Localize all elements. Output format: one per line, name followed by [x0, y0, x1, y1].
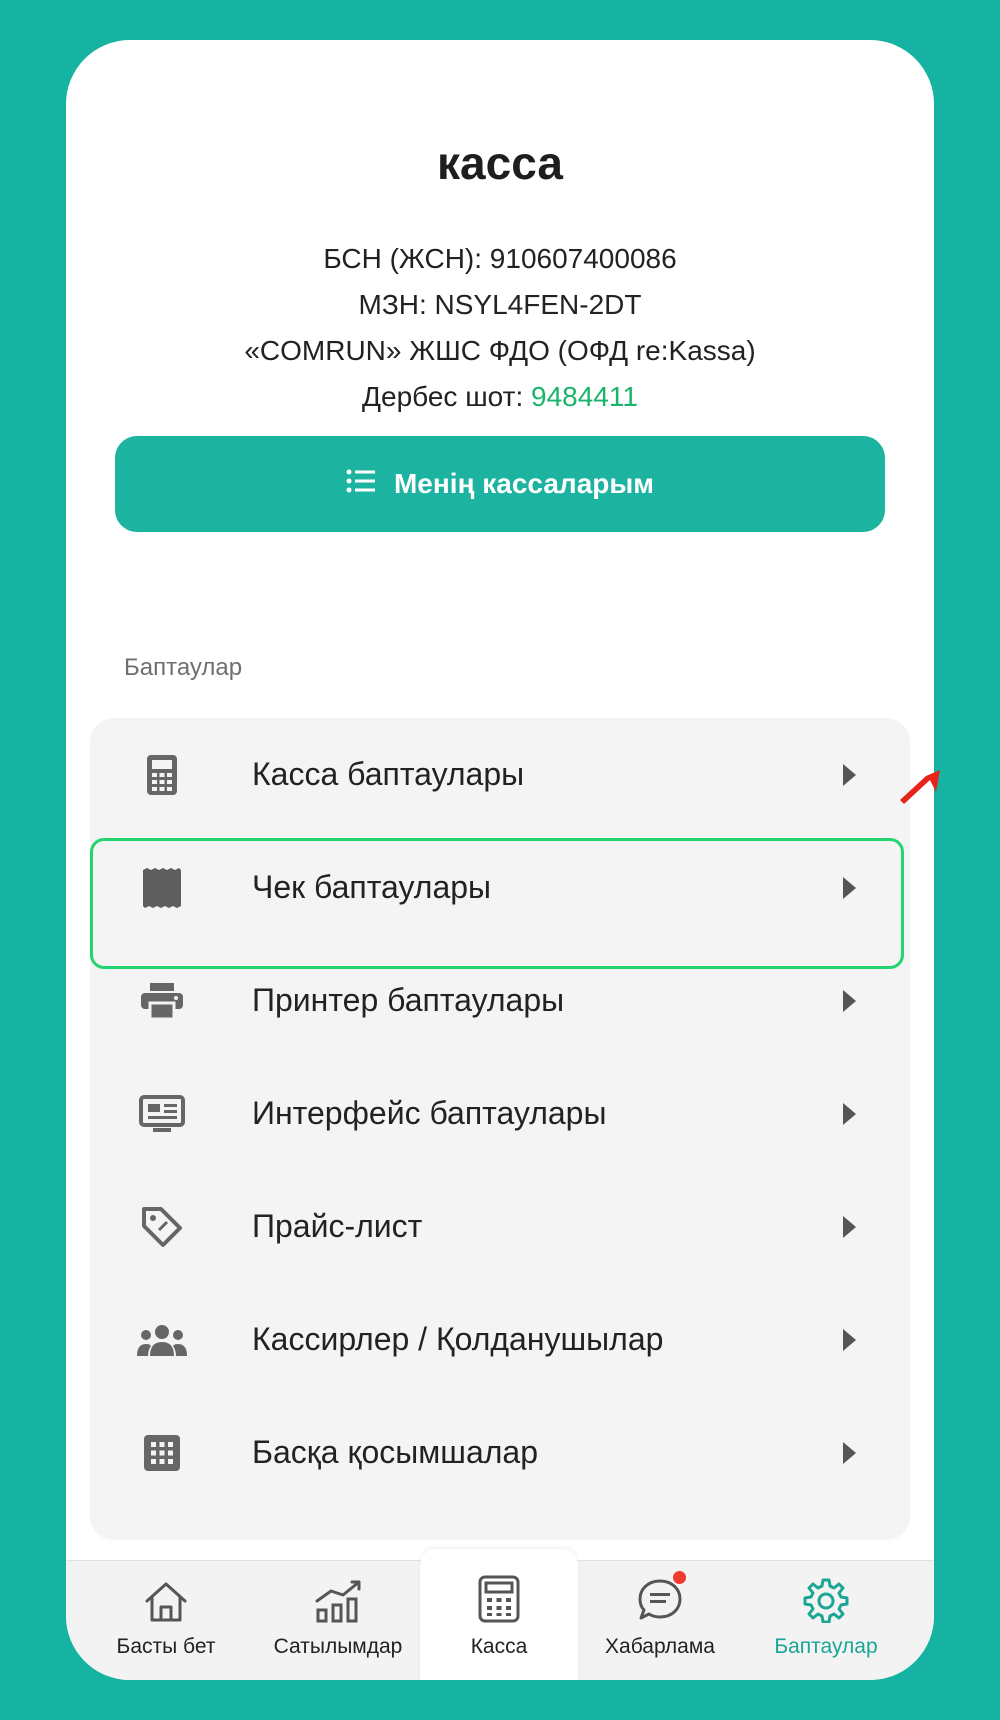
chevron-right-icon: [843, 763, 856, 786]
account-number[interactable]: 9484411: [531, 381, 638, 412]
list-icon: [346, 468, 376, 500]
calculator-icon: [136, 749, 188, 801]
gear-icon: [803, 1571, 849, 1623]
settings-section-label: Баптаулар: [124, 654, 243, 681]
printer-icon: [136, 975, 188, 1027]
phone-screen: касса БСН (ЖСН): 910607400086 МЗН: NSYL4…: [66, 40, 934, 1680]
nav-item-sales[interactable]: Сатылымдар: [258, 1571, 418, 1671]
settings-list: Касса баптаулары Чек баптаулары Принтер …: [90, 718, 910, 1540]
nav-label: Баптаулар: [774, 1635, 878, 1658]
account-line: Дербес шот: 9484411: [66, 374, 934, 420]
chevron-right-icon: [843, 1328, 856, 1351]
settings-item-label: Басқа қосымшалар: [252, 1434, 539, 1470]
nav-item-home[interactable]: Басты бет: [86, 1571, 246, 1671]
calculator-icon: [478, 1571, 520, 1623]
settings-item-label: Касса баптаулары: [252, 756, 525, 792]
price-tag-icon: [136, 1201, 188, 1253]
nav-label: Сатылымдар: [273, 1635, 403, 1658]
settings-item-interface[interactable]: Интерфейс баптаулары: [90, 1057, 910, 1170]
users-icon: [136, 1314, 188, 1366]
apps-grid-icon: [136, 1427, 188, 1479]
page-title: касса: [437, 137, 563, 189]
chevron-right-icon: [843, 989, 856, 1012]
my-kassas-label: Менің кассаларым: [393, 468, 654, 499]
settings-item-label: Кассирлер / Қолданушылар: [252, 1321, 664, 1357]
chat-icon: [636, 1571, 686, 1623]
chevron-right-icon: [843, 1441, 856, 1464]
mzn-line: МЗН: NSYL4FEN-2DT: [358, 289, 642, 320]
my-kassas-button[interactable]: Менің кассаларым: [115, 436, 885, 532]
kassa-info: БСН (ЖСН): 910607400086 МЗН: NSYL4FEN-2D…: [66, 236, 934, 420]
bar-chart-icon: [313, 1571, 363, 1623]
red-arrow-annotation: [900, 770, 940, 804]
home-icon: [143, 1571, 189, 1623]
nav-label: Касса: [470, 1635, 528, 1658]
nav-label: Хабарлама: [605, 1635, 715, 1658]
settings-item-price-list[interactable]: Прайс-лист: [90, 1170, 910, 1283]
settings-item-printer[interactable]: Принтер баптаулары: [90, 944, 910, 1057]
ofd-line: «COMRUN» ЖШС ФДО (ОФД re:Kassa): [244, 335, 756, 366]
settings-item-receipt[interactable]: Чек баптаулары: [90, 831, 910, 944]
receipt-icon: [136, 862, 188, 914]
monitor-icon: [136, 1088, 188, 1140]
chevron-right-icon: [843, 1215, 856, 1238]
nav-label: Басты бет: [116, 1635, 216, 1658]
settings-item-label: Принтер баптаулары: [252, 982, 565, 1018]
settings-item-label: Интерфейс баптаулары: [252, 1095, 607, 1131]
bottom-navigation: Басты бет Сатылымдар Касса Хабарлама Бап…: [66, 1549, 934, 1680]
bin-line: БСН (ЖСН): 910607400086: [323, 243, 677, 274]
chevron-right-icon: [843, 1102, 856, 1125]
settings-item-users[interactable]: Кассирлер / Қолданушылар: [90, 1283, 910, 1396]
notification-dot: [673, 1571, 686, 1584]
settings-item-label: Прайс-лист: [252, 1208, 423, 1244]
account-label: Дербес шот:: [362, 381, 532, 412]
nav-item-kassa[interactable]: Касса: [419, 1571, 579, 1671]
chevron-right-icon: [843, 876, 856, 899]
settings-item-other-apps[interactable]: Басқа қосымшалар: [90, 1396, 910, 1509]
nav-item-settings[interactable]: Баптаулар: [746, 1571, 906, 1671]
settings-item-kassa[interactable]: Касса баптаулары: [90, 718, 910, 831]
nav-item-messages[interactable]: Хабарлама: [580, 1571, 740, 1671]
settings-item-label: Чек баптаулары: [252, 869, 492, 905]
